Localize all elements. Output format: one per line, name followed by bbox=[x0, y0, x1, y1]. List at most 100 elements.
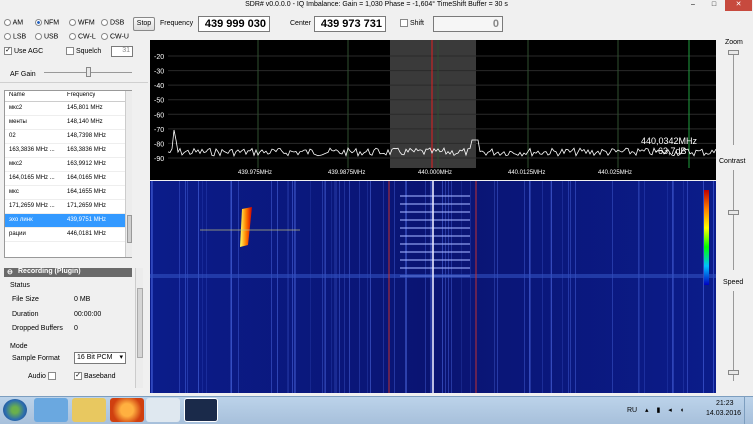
signal-burst bbox=[400, 259, 470, 261]
signal-burst bbox=[400, 211, 470, 213]
audio-checkbox[interactable]: Audio bbox=[28, 372, 56, 380]
filter-bandwidth-highlight bbox=[390, 40, 476, 168]
mode-cwl[interactable]: CW-L bbox=[69, 33, 96, 40]
list-header: Name Frequency bbox=[5, 91, 125, 102]
maximize-button[interactable]: □ bbox=[704, 0, 724, 11]
list-item[interactable]: рации 446,0181 MHz bbox=[5, 228, 125, 242]
frequency-field[interactable]: 439 999 030 bbox=[198, 16, 270, 32]
start-button[interactable] bbox=[3, 399, 27, 421]
list-item[interactable]: 171,2659 MHz ... 171,2659 MHz bbox=[5, 200, 125, 214]
clock-date[interactable]: 14.03.2016 bbox=[706, 410, 741, 417]
mode-dsb[interactable]: DSB bbox=[101, 19, 124, 26]
list-item[interactable]: мкс2 145,801 MHz bbox=[5, 102, 125, 116]
recording-header[interactable]: ⊖ Recording (Plugin) bbox=[4, 268, 132, 277]
taskbar-ie-icon[interactable] bbox=[34, 398, 68, 422]
scroll-thumb[interactable] bbox=[137, 288, 143, 358]
waterfall-streak bbox=[331, 181, 332, 393]
minimize-button[interactable]: – bbox=[683, 0, 703, 11]
list-item[interactable]: мкс2 163,9912 MHz bbox=[5, 158, 125, 172]
spectrum-svg: -20-30-40-50-60-70-80-90 439.975MHz 439.9… bbox=[154, 40, 716, 176]
collapse-icon[interactable]: ⊖ bbox=[7, 268, 13, 276]
sample-format-select[interactable]: 16 Bit PCM ▾ bbox=[74, 352, 126, 364]
column-name[interactable]: Name bbox=[9, 92, 25, 98]
list-item[interactable]: мкс 164,1655 MHz bbox=[5, 186, 125, 200]
baseband-label: Baseband bbox=[83, 372, 116, 380]
stop-button[interactable]: Stop bbox=[133, 17, 155, 31]
waterfall-streak bbox=[179, 181, 180, 393]
signal-burst bbox=[400, 219, 470, 221]
center-field[interactable]: 439 973 731 bbox=[314, 16, 386, 32]
waterfall-display[interactable] bbox=[150, 181, 716, 393]
y-tick-label: -70 bbox=[154, 127, 164, 134]
waterfall-streak bbox=[271, 181, 272, 393]
waterfall-streak bbox=[324, 181, 325, 393]
x-axis-ticks: 439.975MHz 439.9875MHz 440.000MHz 440.0125M… bbox=[238, 170, 632, 176]
waterfall-streak bbox=[667, 181, 668, 393]
shift-checkbox[interactable]: Shift bbox=[400, 19, 424, 27]
waterfall-streak bbox=[292, 181, 293, 393]
x-tick-label: 439.975MHz bbox=[238, 170, 272, 176]
panel-scrollbar[interactable] bbox=[135, 268, 143, 388]
speed-label: Speed bbox=[723, 279, 744, 286]
list-scrollbar[interactable] bbox=[125, 91, 132, 257]
mode-wfm[interactable]: WFM bbox=[69, 19, 95, 26]
radio-icon bbox=[35, 19, 42, 26]
list-item[interactable]: 164,0165 MHz ... 164,0165 MHz bbox=[5, 172, 125, 186]
cursor-level-readout: -63,7dB bbox=[655, 146, 687, 156]
taskbar-app-icon[interactable] bbox=[146, 398, 180, 422]
waterfall-streak bbox=[683, 181, 684, 393]
taskbar-explorer-icon[interactable] bbox=[72, 398, 106, 422]
use-agc-checkbox[interactable]: ✓ Use AGC bbox=[4, 47, 43, 55]
mode-nfm[interactable]: NFM bbox=[35, 19, 59, 26]
squelch-checkbox[interactable]: Squelch bbox=[66, 47, 101, 55]
list-item[interactable]: 163,3836 MHz ... 163,3836 MHz bbox=[5, 144, 125, 158]
speed-slider[interactable] bbox=[728, 370, 739, 375]
column-frequency[interactable]: Frequency bbox=[67, 92, 95, 98]
zoom-slider[interactable] bbox=[728, 50, 739, 55]
squelch-label: Squelch bbox=[75, 47, 102, 55]
taskbar-firefox-icon[interactable] bbox=[110, 398, 144, 422]
radio-icon bbox=[101, 19, 108, 26]
list-item[interactable]: менты 148,140 MHz bbox=[5, 116, 125, 130]
baseband-checkbox[interactable]: ✓ Baseband bbox=[74, 372, 115, 380]
mode-usb[interactable]: USB bbox=[35, 33, 58, 40]
af-gain-slider[interactable] bbox=[86, 67, 91, 77]
list-item[interactable]: эхо линк 439,9751 MHz bbox=[5, 214, 125, 228]
waterfall-streak bbox=[494, 181, 495, 393]
waterfall-streak bbox=[206, 181, 207, 393]
zoom-label: Zoom bbox=[725, 39, 743, 46]
shift-field[interactable]: 0 bbox=[433, 16, 503, 32]
x-tick-label: 440.025MHz bbox=[598, 170, 632, 176]
waterfall-streak bbox=[713, 181, 714, 393]
radio-icon bbox=[69, 19, 76, 26]
show-desktop-button[interactable] bbox=[744, 397, 753, 424]
waterfall-streak bbox=[367, 181, 368, 393]
speed-track bbox=[733, 291, 734, 381]
duration-value: 00:00:00 bbox=[74, 311, 102, 318]
waterfall-streak bbox=[524, 181, 525, 393]
mode-cwu[interactable]: CW-U bbox=[101, 33, 129, 40]
taskbar-sdrsharp-icon[interactable] bbox=[184, 398, 218, 422]
spectrum-analyzer[interactable]: -20 -30 -40 -50 -60 -70 -80 -90 439.975MHz 439.9… bbox=[150, 40, 716, 180]
waterfall-streak bbox=[152, 181, 153, 393]
scroll-thumb[interactable] bbox=[127, 215, 132, 243]
signal-burst bbox=[400, 235, 470, 237]
language-indicator[interactable]: RU bbox=[627, 407, 637, 414]
list-item[interactable]: 02 148,7398 MHz bbox=[5, 130, 125, 144]
tray-icons[interactable]: ▴ ▮ ◂ ◖ bbox=[645, 406, 687, 414]
center-carrier bbox=[432, 181, 434, 393]
clock-time[interactable]: 21:23 bbox=[716, 400, 734, 407]
frequency-manager-list[interactable]: Name Frequency мкс2 145,801 MHz менты 148,1… bbox=[4, 90, 132, 258]
divider bbox=[0, 82, 148, 83]
contrast-slider[interactable] bbox=[728, 210, 739, 215]
mode-label: CW-L bbox=[77, 33, 96, 41]
list-item-name: эхо линк bbox=[9, 217, 33, 223]
mode-am[interactable]: AM bbox=[4, 19, 23, 26]
mode-lsb[interactable]: LSB bbox=[4, 33, 26, 40]
squelch-value[interactable]: 31 bbox=[111, 46, 133, 57]
radio-icon bbox=[101, 33, 108, 40]
waterfall-streak bbox=[575, 181, 576, 393]
waterfall-streak bbox=[344, 181, 345, 393]
close-button[interactable]: ✕ bbox=[725, 0, 752, 11]
dropped-buffers-label: Dropped Buffers bbox=[12, 325, 63, 332]
